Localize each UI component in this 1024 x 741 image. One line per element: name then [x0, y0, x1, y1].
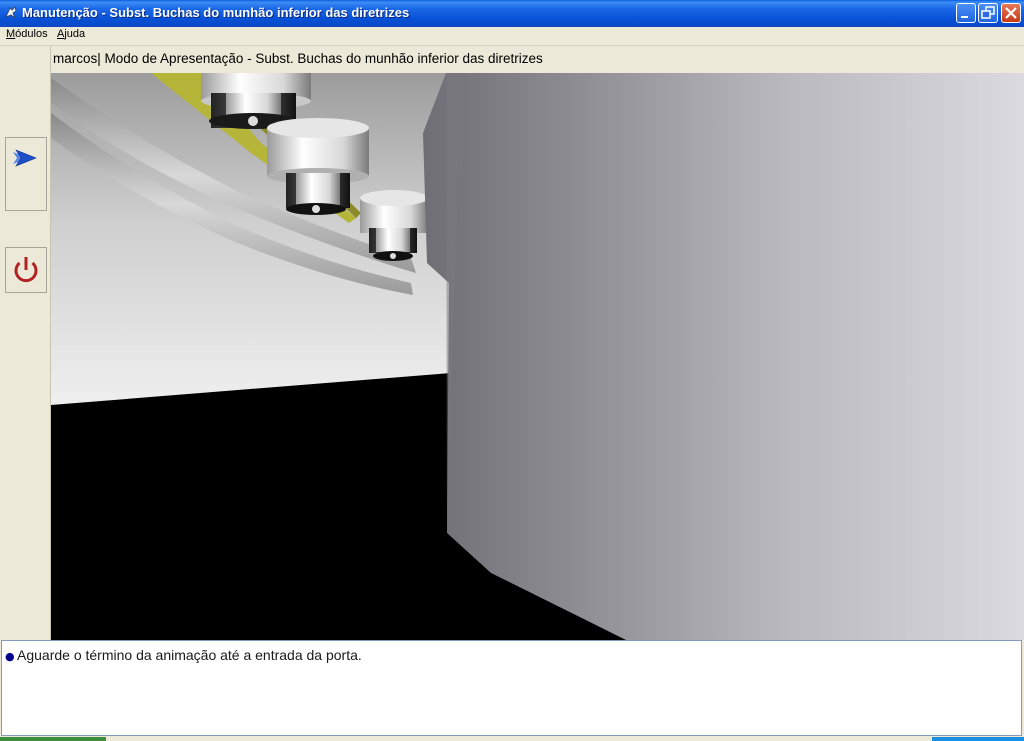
minimize-button[interactable] — [956, 3, 976, 23]
next-button[interactable] — [5, 137, 47, 211]
header-strip: marcos| Modo de Apresentação - Subst. Bu… — [51, 46, 1024, 73]
minimize-icon — [961, 16, 968, 18]
restore-button[interactable] — [978, 3, 998, 23]
close-icon — [1005, 7, 1017, 19]
instruction-panel: ● Aguarde o término da animação até a en… — [1, 640, 1022, 736]
menu-accel: M — [6, 28, 16, 40]
mode-header: marcos| Modo de Apresentação - Subst. Bu… — [53, 51, 543, 66]
power-icon — [14, 257, 38, 283]
bullet-icon: ● — [5, 650, 15, 663]
menu-label: ódulos — [15, 28, 48, 40]
menu-bar: Módulos Ajuda — [0, 27, 1024, 46]
window-title: Manutenção - Subst. Buchas do munhão inf… — [22, 5, 410, 20]
menu-ajuda[interactable]: Ajuda — [57, 28, 85, 40]
close-button[interactable] — [1001, 3, 1021, 23]
3d-viewport[interactable] — [51, 73, 1024, 640]
app-icon — [5, 6, 17, 20]
blue-arrow-right-icon — [13, 149, 37, 167]
menu-label: juda — [64, 28, 86, 40]
instruction-text: Aguarde o término da animação até a entr… — [17, 647, 362, 663]
restore-icon — [981, 6, 995, 19]
taskbar-start-edge — [0, 737, 106, 741]
taskbar-tray-edge — [932, 737, 1024, 741]
exit-button[interactable] — [5, 247, 47, 293]
bottom-strip — [0, 736, 1024, 741]
3d-scene-render — [51, 73, 1024, 640]
menu-modulos[interactable]: Módulos — [6, 28, 48, 40]
left-toolbar — [0, 46, 51, 640]
title-bar[interactable]: Manutenção - Subst. Buchas do munhão inf… — [0, 0, 1024, 27]
